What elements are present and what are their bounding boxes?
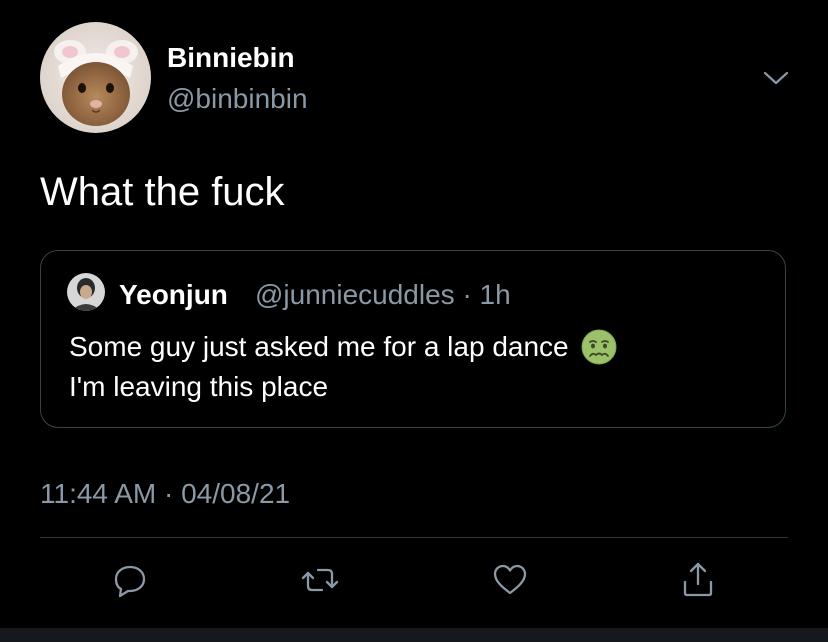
bottom-bar bbox=[0, 628, 828, 642]
tweet-timestamp[interactable]: 11:44 AM · 04/08/21 bbox=[40, 478, 290, 510]
chevron-down-icon[interactable] bbox=[762, 64, 790, 92]
author-avatar[interactable] bbox=[40, 22, 151, 133]
divider bbox=[40, 537, 788, 538]
quoted-tweet-line-2: I'm leaving this place bbox=[69, 371, 329, 402]
tweet-text: What the fuck bbox=[40, 170, 285, 214]
quoted-author-handle-time: @junniecuddles · 1h bbox=[255, 279, 511, 310]
quoted-tweet[interactable]: Yeonjun @junniecuddles · 1h Some guy jus… bbox=[40, 250, 786, 428]
quoted-tweet-line-1: Some guy just asked me for a lap dance bbox=[69, 329, 617, 365]
author-display-name[interactable]: Binniebin bbox=[167, 42, 295, 74]
heart-icon[interactable] bbox=[490, 560, 530, 600]
nauseated-face-icon bbox=[581, 329, 617, 365]
quoted-tweet-line-1-text: Some guy just asked me for a lap dance bbox=[69, 331, 569, 362]
quoted-author-avatar bbox=[67, 273, 105, 311]
tweet-card: Binniebin @binbinbin What the fuck Yeonj… bbox=[0, 0, 828, 642]
author-handle[interactable]: @binbinbin bbox=[167, 83, 308, 115]
reply-icon[interactable] bbox=[110, 560, 150, 600]
quoted-author-display-name: Yeonjun bbox=[119, 279, 228, 310]
share-icon[interactable] bbox=[678, 560, 718, 600]
retweet-icon[interactable] bbox=[300, 560, 340, 600]
